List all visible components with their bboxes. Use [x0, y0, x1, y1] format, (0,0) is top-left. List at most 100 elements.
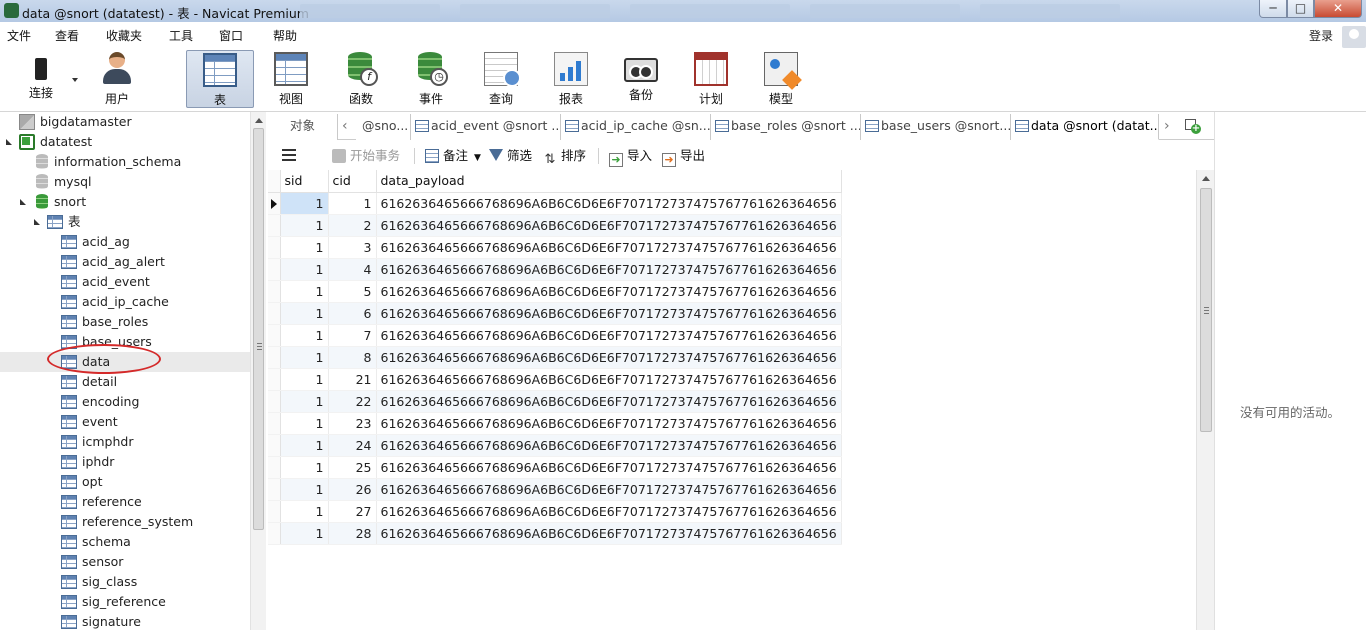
table-row[interactable]: 1 5 6162636465666768696A6B6C6D6E6F70717273… — [268, 280, 842, 303]
cell-cid[interactable]: 8 — [328, 346, 377, 369]
cell-sid[interactable]: 1 — [280, 368, 329, 391]
cell-sid[interactable]: 1 — [280, 434, 329, 457]
cell-data-payload[interactable]: 6162636465666768696A6B6C6D6E6F7071727374… — [376, 368, 842, 391]
cell-sid[interactable]: 1 — [280, 478, 329, 501]
cell-cid[interactable]: 2 — [328, 214, 377, 237]
tree-table-acid-ag-alert[interactable]: acid_ag_alert — [0, 252, 250, 272]
tree-table-sensor[interactable]: sensor — [0, 552, 250, 572]
table-row[interactable]: 1 27 6162636465666768696A6B6C6D6E6F7071727… — [268, 500, 842, 523]
tree-table-acid-ag[interactable]: acid_ag — [0, 232, 250, 252]
tab-table[interactable]: acid_event @snort ... — [411, 114, 561, 140]
cell-data-payload[interactable]: 6162636465666768696A6B6C6D6E6F7071727374… — [376, 236, 842, 259]
cell-sid[interactable]: 1 — [280, 500, 329, 523]
table-row[interactable]: 1 7 6162636465666768696A6B6C6D6E6F70717273… — [268, 324, 842, 347]
cell-data-payload[interactable]: 6162636465666768696A6B6C6D6E6F7071727374… — [376, 192, 842, 215]
row-indicator[interactable] — [268, 258, 281, 281]
tree-table-base-roles[interactable]: base_roles — [0, 312, 250, 332]
table-row[interactable]: 1 28 6162636465666768696A6B6C6D6E6F7071727… — [268, 522, 842, 545]
table-row[interactable]: 1 4 6162636465666768696A6B6C6D6E6F70717273… — [268, 258, 842, 281]
close-button[interactable]: ✕ — [1314, 0, 1362, 18]
login-link[interactable]: 登录 — [1309, 27, 1333, 44]
tree-table-acid-ip-cache[interactable]: acid_ip_cache — [0, 292, 250, 312]
tree-db-information-schema[interactable]: information_schema — [0, 152, 250, 172]
cell-sid[interactable]: 1 — [280, 346, 329, 369]
menu-tools[interactable]: 工具 — [169, 27, 193, 44]
menu-help[interactable]: 帮助 — [273, 27, 297, 44]
table-row[interactable]: 1 26 6162636465666768696A6B6C6D6E6F7071727… — [268, 478, 842, 501]
toolbar-schedule-button[interactable]: 计划 — [677, 50, 745, 108]
expand-triangle-icon[interactable] — [6, 139, 12, 145]
tab-scroll-left-icon[interactable]: ‹ — [342, 118, 348, 134]
row-indicator[interactable] — [268, 346, 281, 369]
table-row[interactable]: 1 2 6162636465666768696A6B6C6D6E6F70717273… — [268, 214, 842, 237]
toolbar-table-button[interactable]: 表 — [186, 50, 254, 108]
row-indicator[interactable] — [268, 390, 281, 413]
toolbar-model-button[interactable]: 模型 — [747, 50, 815, 108]
cell-cid[interactable]: 24 — [328, 434, 377, 457]
tree-table-reference[interactable]: reference — [0, 492, 250, 512]
row-indicator[interactable] — [268, 192, 281, 215]
dropdown-arrow-icon[interactable]: ▼ — [474, 153, 481, 163]
tree-table-event[interactable]: event — [0, 412, 250, 432]
tree-table-encoding[interactable]: encoding — [0, 392, 250, 412]
table-row[interactable]: 1 21 6162636465666768696A6B6C6D6E6F7071727… — [268, 368, 842, 391]
scroll-thumb[interactable] — [1200, 188, 1212, 432]
cell-cid[interactable]: 5 — [328, 280, 377, 303]
cell-data-payload[interactable]: 6162636465666768696A6B6C6D6E6F7071727374… — [376, 302, 842, 325]
table-row[interactable]: 1 23 6162636465666768696A6B6C6D6E6F7071727… — [268, 412, 842, 435]
menu-window[interactable]: 窗口 — [219, 27, 243, 44]
minimize-button[interactable]: ─ — [1259, 0, 1287, 18]
cell-data-payload[interactable]: 6162636465666768696A6B6C6D6E6F7071727374… — [376, 434, 842, 457]
cell-cid[interactable]: 22 — [328, 390, 377, 413]
cell-cid[interactable]: 27 — [328, 500, 377, 523]
toolbar-query-button[interactable]: 查询 — [467, 50, 535, 108]
tab-table[interactable]: base_roles @snort ... — [711, 114, 861, 140]
sort-button[interactable]: ⇅ 排序 — [543, 147, 586, 167]
table-row[interactable]: 1 8 6162636465666768696A6B6C6D6E6F70717273… — [268, 346, 842, 369]
cell-data-payload[interactable]: 6162636465666768696A6B6C6D6E6F7071727374… — [376, 456, 842, 479]
cell-sid[interactable]: 1 — [280, 302, 329, 325]
row-indicator[interactable] — [268, 456, 281, 479]
tree-connection-bigdatamaster[interactable]: bigdatamaster — [0, 112, 250, 132]
cell-cid[interactable]: 1 — [328, 192, 377, 215]
table-row[interactable]: 1 24 6162636465666768696A6B6C6D6E6F7071727… — [268, 434, 842, 457]
row-indicator[interactable] — [268, 412, 281, 435]
toolbar-function-button[interactable]: f 函数 — [327, 50, 395, 108]
filter-button[interactable]: 筛选 — [489, 147, 532, 165]
cell-sid[interactable]: 1 — [280, 456, 329, 479]
row-indicator[interactable] — [268, 368, 281, 391]
cell-sid[interactable]: 1 — [280, 280, 329, 303]
connect-dropdown-arrow-icon[interactable] — [72, 78, 78, 82]
table-row[interactable]: 1 22 6162636465666768696A6B6C6D6E6F7071727… — [268, 390, 842, 413]
tab-table[interactable]: @sno... — [356, 114, 411, 140]
table-row[interactable]: 1 6 6162636465666768696A6B6C6D6E6F70717273… — [268, 302, 842, 325]
maximize-button[interactable]: □ — [1287, 0, 1314, 18]
toolbar-user-button[interactable]: 用户 — [83, 50, 151, 108]
scroll-up-icon[interactable] — [255, 118, 263, 123]
cell-sid[interactable]: 1 — [280, 214, 329, 237]
cell-data-payload[interactable]: 6162636465666768696A6B6C6D6E6F7071727374… — [376, 390, 842, 413]
tree-table-icmphdr[interactable]: icmphdr — [0, 432, 250, 452]
cell-sid[interactable]: 1 — [280, 522, 329, 545]
tab-table[interactable]: base_users @snort... — [861, 114, 1011, 140]
column-header-cid[interactable]: cid — [328, 170, 377, 193]
cell-cid[interactable]: 28 — [328, 522, 377, 545]
tree-table-reference-system[interactable]: reference_system — [0, 512, 250, 532]
cell-sid[interactable]: 1 — [280, 412, 329, 435]
row-indicator[interactable] — [268, 280, 281, 303]
column-header-sid[interactable]: sid — [280, 170, 329, 193]
cell-data-payload[interactable]: 6162636465666768696A6B6C6D6E6F7071727374… — [376, 258, 842, 281]
sidebar-scrollbar[interactable] — [250, 112, 266, 630]
cell-data-payload[interactable]: 6162636465666768696A6B6C6D6E6F7071727374… — [376, 522, 842, 545]
row-indicator[interactable] — [268, 236, 281, 259]
column-header-data-payload[interactable]: data_payload — [376, 170, 842, 193]
grid-vertical-scrollbar[interactable] — [1196, 170, 1214, 630]
cell-cid[interactable]: 4 — [328, 258, 377, 281]
cell-sid[interactable]: 1 — [280, 192, 329, 215]
tree-table-sig-reference[interactable]: sig_reference — [0, 592, 250, 612]
row-indicator[interactable] — [268, 434, 281, 457]
tree-table-opt[interactable]: opt — [0, 472, 250, 492]
tab-scroll-right-icon[interactable]: › — [1164, 118, 1170, 134]
menu-view[interactable]: 查看 — [55, 27, 79, 44]
tree-table-signature[interactable]: signature — [0, 612, 250, 630]
